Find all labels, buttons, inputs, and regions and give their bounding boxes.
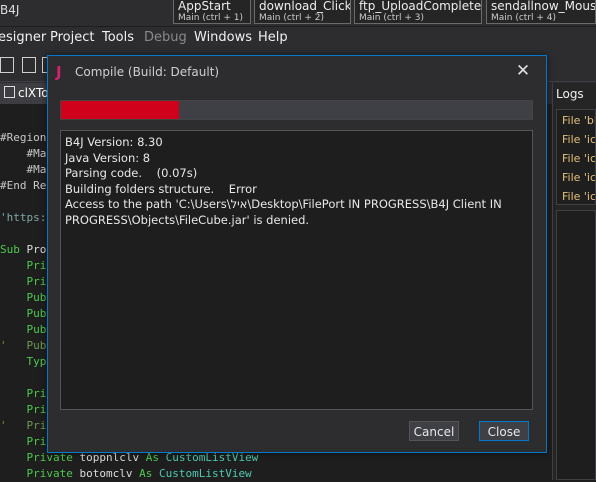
sub-tab-shortcut: Main (ctrl + 2)	[259, 13, 325, 23]
progress-bar	[60, 100, 533, 120]
code-token: Priv	[0, 275, 53, 288]
code-token: Pro	[26, 243, 47, 256]
output-line: B4J Version: 8.30	[65, 135, 163, 149]
close-button[interactable]: Close	[479, 421, 529, 441]
log-entry: File 'ic	[562, 133, 596, 146]
compile-output[interactable]: B4J Version: 8.30 Java Version: 8 Parsing …	[60, 130, 533, 410]
log-entry: File 'ic	[562, 171, 596, 184]
code-token: Priv	[0, 259, 53, 272]
sub-tab[interactable]: download_Click Main (ctrl + 2)	[254, 0, 351, 24]
sub-tab-shortcut: Main (ctrl + 3)	[359, 13, 425, 23]
code-token: ' Pub	[0, 339, 47, 352]
code-line: Sub Pro	[0, 242, 46, 258]
sub-tab[interactable]: AppStart Main (ctrl + 1)	[173, 0, 251, 24]
cancel-button[interactable]: Cancel	[409, 421, 459, 441]
sub-tab-name: download_Click	[259, 0, 351, 13]
menu-item-debug[interactable]: Debug	[144, 30, 187, 45]
code-token: Typ	[0, 355, 47, 368]
code-token: #Ma	[0, 163, 47, 176]
logs-title: Logs	[556, 87, 584, 101]
logs-list[interactable]: File 'bl File 'ic File 'ic File 'ic File 'ic	[556, 109, 596, 205]
menu-item-esigner[interactable]: esigner	[0, 30, 46, 45]
sub-tab[interactable]: sendallnow_MouseCMain (ctrl + 4)	[486, 0, 596, 24]
code-token: Sub	[0, 243, 27, 256]
code-token: #End Re	[0, 179, 47, 192]
code-token: Pub	[0, 307, 47, 320]
sub-tab-name: AppStart	[178, 0, 231, 13]
code-line: ' Priv	[0, 418, 53, 434]
code-line: #Region	[0, 130, 46, 146]
output-line: Java Version: 8	[65, 150, 151, 165]
code-token: Priv	[0, 387, 53, 400]
code-line: ' Pub	[0, 338, 46, 354]
code-line: #Ma	[0, 146, 46, 162]
code-token: #Ma	[0, 147, 47, 160]
menu-item-project[interactable]: Project	[50, 30, 94, 45]
code-token: Pub	[0, 323, 47, 336]
log-entry: File 'ic	[562, 190, 596, 203]
progress-fill	[61, 101, 179, 119]
b4j-logo-icon: J	[56, 63, 62, 81]
document-tab-label: clXTo	[18, 86, 49, 100]
sub-tab-name: sendallnow_MouseC	[491, 0, 596, 13]
code-line: Typ	[0, 354, 46, 370]
document-icon	[4, 86, 15, 98]
code-token: ' Priv	[0, 419, 53, 432]
output-line: Access to the path 'C:\Users\איל\Desktop…	[65, 197, 506, 227]
sub-tab[interactable]: ftp_UploadCompleted Main (ctrl + 3)	[354, 0, 482, 24]
code-token: Pub	[0, 291, 47, 304]
code-token: botomclv	[79, 467, 140, 480]
close-icon[interactable]: ✕	[513, 61, 533, 81]
code-line: Pub	[0, 306, 46, 322]
menu-item-tools[interactable]: Tools	[102, 30, 134, 45]
output-line: Building folders structure. Error	[65, 181, 257, 196]
dialog-title: Compile (Build: Default)	[75, 65, 220, 79]
code-line: Priv	[0, 434, 53, 450]
logs-detail	[556, 210, 596, 480]
code-token: As	[139, 467, 159, 480]
code-token: Priv	[0, 435, 53, 448]
code-line: Priv	[0, 274, 53, 290]
log-entry: File 'bl	[562, 114, 596, 127]
menu-item-windows[interactable]: Windows	[194, 30, 252, 45]
code-token: Private	[0, 467, 80, 480]
copy-icon[interactable]	[22, 57, 36, 73]
code-token: CustomListView	[158, 467, 252, 480]
menu-item-help[interactable]: Help	[258, 30, 288, 45]
code-line: Pub	[0, 322, 46, 338]
code-line: #Ma	[0, 162, 46, 178]
sub-tab-name: ftp_UploadCompleted	[359, 0, 482, 13]
app-title: B4J	[0, 3, 20, 17]
code-line: Priv	[0, 386, 53, 402]
sub-tab-shortcut: Main (ctrl + 4)	[491, 13, 557, 23]
sub-tab-shortcut: Main (ctrl + 1)	[178, 13, 244, 23]
log-entry: File 'ic	[562, 152, 596, 165]
code-line: 'https:	[0, 210, 46, 226]
code-line: Priv	[0, 402, 53, 418]
code-line: Pub	[0, 290, 46, 306]
code-token: 'https:	[0, 211, 47, 224]
code-line: Priv	[0, 258, 53, 274]
save-icon[interactable]	[0, 57, 14, 73]
output-line: Parsing code. (0.07s)	[65, 166, 198, 180]
code-line: #End Re	[0, 178, 46, 194]
code-token: Priv	[0, 403, 53, 416]
code-token: #Region	[0, 131, 47, 144]
